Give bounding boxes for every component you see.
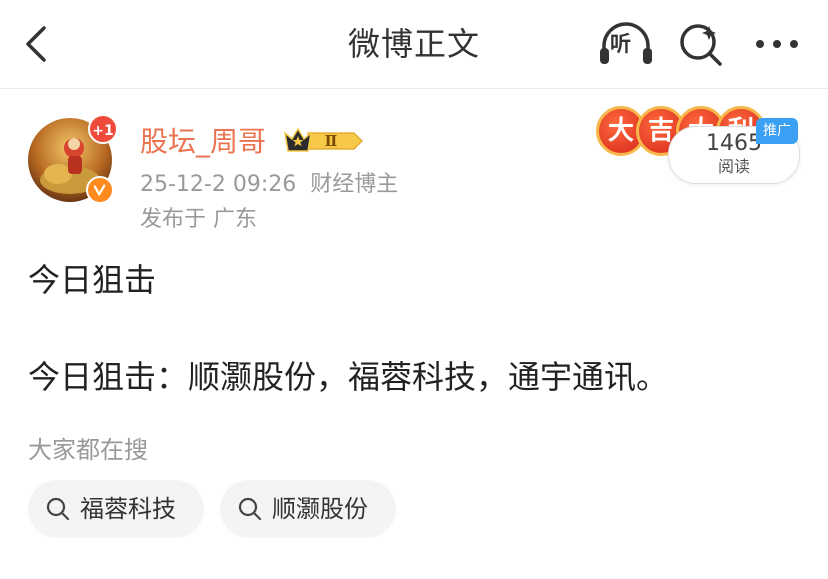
listen-label: 听: [610, 32, 631, 56]
listen-button[interactable]: 听: [596, 20, 656, 68]
vip-badge[interactable]: Ⅱ: [282, 124, 364, 158]
top-nav-bar: 微博正文 听: [0, 0, 828, 89]
more-options-icon[interactable]: [752, 24, 802, 64]
ad-tag: 推广: [756, 118, 798, 144]
post-title: 今日狙击: [28, 261, 157, 299]
verified-v-icon: [86, 176, 114, 204]
read-label: 阅读: [717, 157, 750, 176]
search-chip-furong[interactable]: 福蓉科技: [28, 480, 204, 538]
post-timestamp: 25-12-2 09:26: [140, 172, 297, 197]
search-icon: [238, 497, 262, 521]
search-icon[interactable]: [676, 20, 726, 70]
vip-level: Ⅱ: [325, 132, 338, 150]
trending-search-header: 大家都在搜: [28, 436, 148, 464]
post-location: 发布于 广东: [140, 207, 257, 232]
search-icon: [46, 497, 70, 521]
author-name[interactable]: 股坛_周哥: [140, 124, 266, 160]
crown-icon: Ⅱ: [283, 127, 363, 152]
avatar-plus-badge: +1: [88, 114, 118, 144]
search-chip-shunhao[interactable]: 顺灏股份: [220, 480, 396, 538]
search-chip-label: 福蓉科技: [80, 495, 176, 523]
post-meta: 25-12-2 09:26 财经博主: [140, 170, 398, 200]
author-role: 财经博主: [310, 172, 399, 197]
search-chip-label: 顺灏股份: [272, 495, 368, 523]
post-body: 今日狙击：顺灏股份，福蓉科技，通宇通讯。: [28, 358, 669, 396]
